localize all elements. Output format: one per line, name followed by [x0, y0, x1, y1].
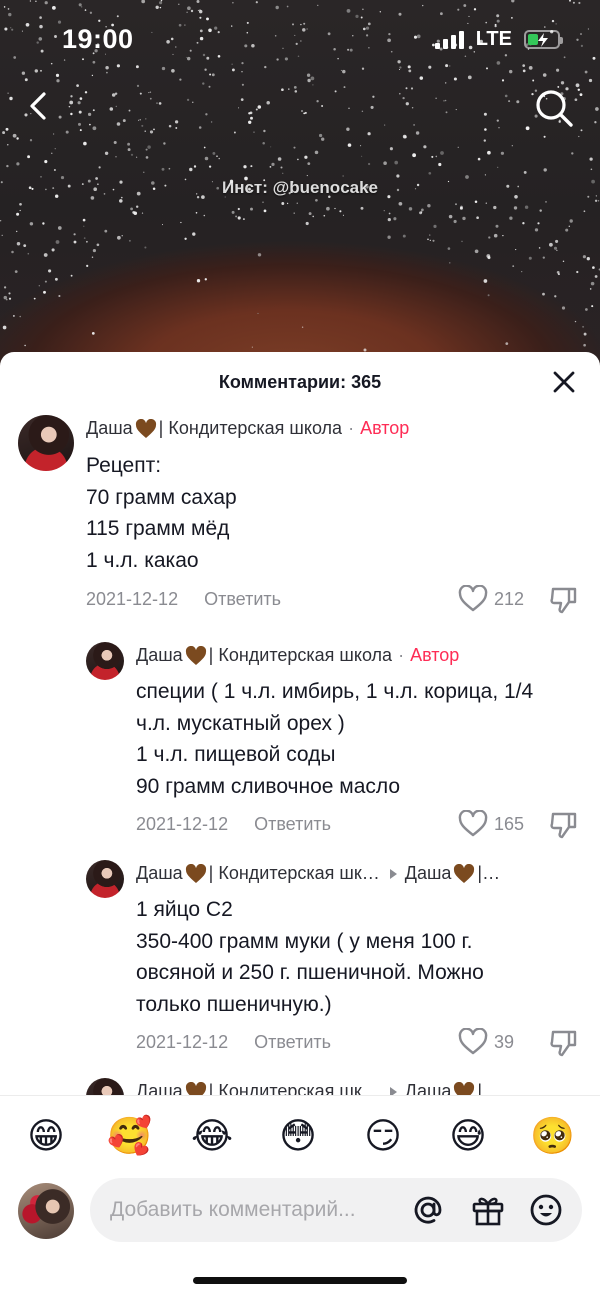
thumbs-down-icon — [550, 812, 577, 839]
like-button[interactable]: 39 — [458, 1028, 514, 1056]
comment-author-line: Даша | Кондитерская школа · Автор — [136, 645, 460, 666]
brown-heart-icon — [185, 1081, 206, 1096]
comment-input-container[interactable] — [90, 1178, 582, 1242]
comment-input-bar — [0, 1175, 600, 1255]
close-icon — [553, 371, 575, 393]
signal-icon — [434, 30, 464, 49]
emoji-smirk-button[interactable]: 😏 — [361, 1114, 405, 1158]
reply-to-name[interactable]: Даша — [405, 1081, 452, 1096]
avatar[interactable] — [86, 860, 124, 898]
avatar[interactable] — [86, 1078, 124, 1096]
thumbs-down-icon — [550, 1030, 577, 1057]
emoji-quick-bar: 😁 🥰 😂 😳 😏 😅 🥺 — [0, 1095, 600, 1175]
emoji-flushed-button[interactable]: 😳 — [276, 1114, 320, 1158]
heart-outline-icon — [458, 585, 488, 612]
comment-date: 2021-12-12 — [136, 814, 229, 834]
author-badge: Автор — [360, 418, 410, 438]
comment-date: 2021-12-12 — [136, 1032, 229, 1052]
brown-heart-icon — [185, 645, 206, 665]
my-avatar — [18, 1183, 74, 1239]
comment-meta: 2021-12-12 Ответить — [136, 1032, 331, 1053]
author-badge: Автор — [410, 645, 460, 665]
comment-author-line: Даша | Кондитерская шк… Даша |… — [136, 863, 500, 884]
mention-button[interactable] — [410, 1192, 446, 1228]
reply-to-suffix: |… — [477, 1081, 501, 1096]
heart-outline-icon — [458, 1028, 488, 1055]
comment-date: 2021-12-12 — [86, 589, 179, 609]
avatar[interactable] — [18, 415, 74, 471]
comment-text: Рецепт: 70 грамм сахар 115 грамм мёд 1 ч… — [86, 454, 237, 572]
author-name[interactable]: Даша — [136, 863, 183, 884]
search-button[interactable] — [532, 86, 576, 130]
comments-list[interactable]: Даша | Кондитерская школа · Автор Рецепт… — [0, 410, 600, 1096]
brown-heart-icon — [135, 418, 156, 438]
reply-item: Даша | Кондитерская шк… Даша |… 1 яйцо С… — [0, 856, 600, 1061]
avatar[interactable] — [86, 642, 124, 680]
reply-arrow-icon — [389, 868, 397, 879]
reply-item: Даша | Кондитерская шк… Даша |… — [0, 1074, 600, 1096]
comments-count-title: Комментарии: 365 — [218, 372, 382, 392]
comment-meta: 2021-12-12 Ответить — [136, 814, 331, 835]
status-indicators: LTE — [434, 28, 563, 51]
author-name-suffix: | Кондитерская школа — [208, 645, 393, 665]
author-name[interactable]: Даша — [86, 418, 133, 439]
video-watermark: Инст: @buenocake — [221, 178, 379, 197]
search-icon — [536, 90, 573, 127]
heart-outline-icon — [458, 810, 488, 837]
dislike-button[interactable] — [549, 585, 579, 615]
like-count: 165 — [494, 813, 525, 834]
comment-text: специи ( 1 ч.л. имбирь, 1 ч.л. корица, 1… — [136, 680, 534, 798]
comment-text: 1 яйцо С2 350-400 грамм муки ( у меня 10… — [136, 898, 484, 1016]
comment-meta: 2021-12-12 Ответить — [86, 589, 281, 610]
emoji-hearts-button[interactable]: 🥰 — [107, 1114, 152, 1158]
thumbs-down-icon — [550, 587, 577, 614]
author-name-suffix: | Кондитерская шк… — [208, 863, 380, 883]
status-bar: 19:00 LTE — [0, 0, 600, 80]
brown-heart-icon — [185, 863, 206, 883]
brown-heart-icon — [454, 863, 475, 883]
brown-heart-icon — [454, 1081, 475, 1096]
gift-button[interactable] — [470, 1192, 506, 1228]
emoji-sweat-smile-button[interactable]: 😅 — [446, 1114, 490, 1158]
author-name[interactable]: Даша — [136, 645, 183, 666]
comment-item: Даша | Кондитерская школа · Автор Рецепт… — [0, 410, 600, 625]
like-count: 39 — [494, 1031, 515, 1052]
emoji-picker-button[interactable] — [528, 1192, 564, 1228]
like-button[interactable]: 212 — [458, 585, 524, 613]
reply-to-name[interactable]: Даша — [405, 863, 452, 884]
emoji-pleading-button[interactable]: 🥺 — [530, 1114, 575, 1158]
gift-icon — [472, 1197, 504, 1226]
reply-button[interactable]: Ответить — [254, 1032, 331, 1053]
reply-to-suffix: |… — [477, 863, 501, 883]
comment-input[interactable] — [110, 1178, 410, 1242]
comment-author-line: Даша | Кондитерская школа · Автор — [86, 418, 410, 439]
reply-button[interactable]: Ответить — [204, 589, 281, 610]
back-button[interactable] — [20, 86, 60, 126]
author-name[interactable]: Даша — [136, 1081, 183, 1096]
network-type: LTE — [475, 28, 512, 50]
reply-item: Даша | Кондитерская школа · Автор специи… — [0, 638, 600, 843]
close-button[interactable] — [550, 368, 578, 396]
dislike-button[interactable] — [549, 810, 579, 840]
author-name-suffix: | Кондитерская шк… — [208, 1081, 380, 1096]
home-indicator[interactable] — [193, 1277, 407, 1284]
smiley-icon — [530, 1194, 562, 1226]
chevron-left-icon — [30, 92, 46, 120]
like-count: 212 — [494, 588, 525, 609]
at-sign-icon — [414, 1196, 442, 1224]
emoji-grin-button[interactable]: 😁 — [24, 1114, 68, 1158]
battery-charging-icon — [524, 30, 563, 49]
reply-button[interactable]: Ответить — [254, 814, 331, 835]
emoji-tears-of-joy-button[interactable]: 😂 — [190, 1114, 234, 1158]
comment-author-line: Даша | Кондитерская шк… Даша |… — [136, 1081, 500, 1096]
status-time: 19:00 — [62, 24, 134, 54]
dislike-button[interactable] — [549, 1028, 579, 1058]
author-name-suffix: | Кондитерская школа — [158, 418, 343, 438]
sheet-header: Комментарии: 365 — [0, 352, 600, 410]
like-button[interactable]: 165 — [458, 810, 524, 838]
